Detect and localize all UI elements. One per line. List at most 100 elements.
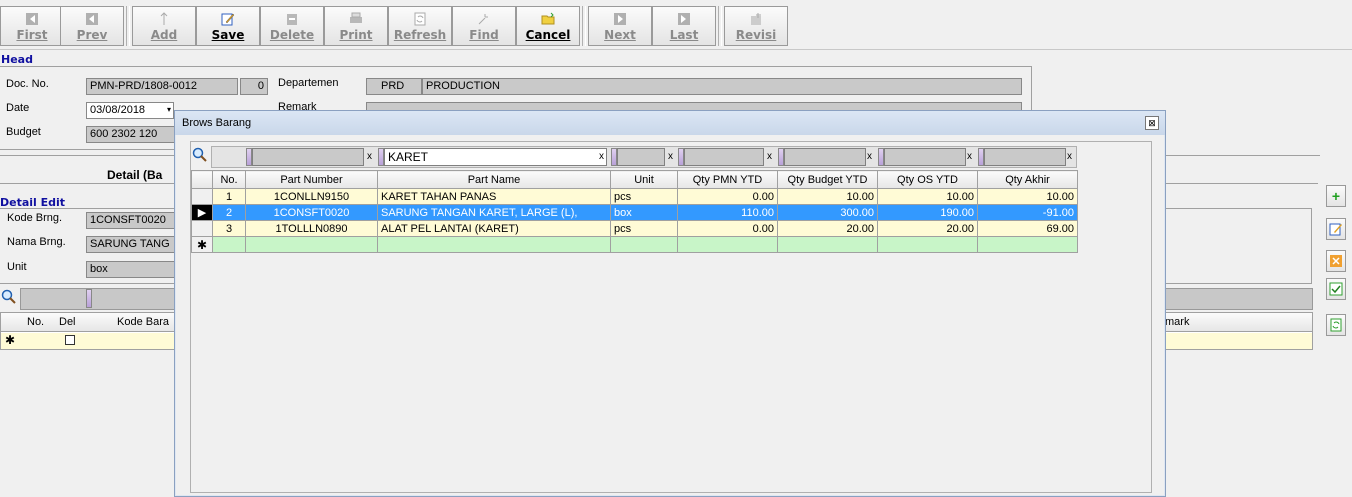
filter-qty-pmn[interactable] <box>684 148 764 166</box>
zoom-icon[interactable] <box>191 146 211 166</box>
delete-row-icon[interactable] <box>1326 250 1346 272</box>
kode-field[interactable]: 1CONSFT0020 <box>86 212 176 229</box>
clear-filter-icon[interactable]: x <box>867 151 872 162</box>
add-row-icon[interactable]: + <box>1326 185 1346 207</box>
unit-field[interactable]: box <box>86 261 176 278</box>
delete-button[interactable]: Delete <box>260 6 324 46</box>
budget-field[interactable]: 600 2302 120 <box>86 126 176 143</box>
edit-row-icon[interactable] <box>1326 218 1346 240</box>
save-label: Save <box>211 28 245 42</box>
nama-label: Nama Brng. <box>7 236 66 248</box>
filter-qty-os[interactable] <box>884 148 966 166</box>
date-label: Date <box>6 102 30 114</box>
clear-filter-icon[interactable]: x <box>367 151 372 162</box>
filter-part-name[interactable]: KARET <box>384 148 607 166</box>
col-part-number[interactable]: Part Number <box>245 170 378 189</box>
grid-header-row: No. Part Number Part Name Unit Qty PMN Y… <box>191 170 1078 189</box>
table-row-selected[interactable]: ▶ 2 1CONSFT0020 SARUNG TANGAN KARET, LAR… <box>191 204 1078 221</box>
cell-unit: pcs <box>610 188 678 205</box>
last-icon <box>678 13 690 25</box>
cell-qty-pmn: 0.00 <box>677 188 778 205</box>
new-cell[interactable] <box>212 236 246 253</box>
doc-no-field[interactable]: PMN-PRD/1808-0012 <box>86 78 238 95</box>
filter-handle[interactable] <box>86 289 92 308</box>
detail-tab[interactable]: Detail (Ba <box>107 168 162 182</box>
confirm-row-icon[interactable] <box>1326 278 1346 300</box>
cell-qty-os: 190.00 <box>877 204 978 221</box>
new-cell[interactable] <box>877 236 978 253</box>
prev-button[interactable]: Prev <box>60 6 124 46</box>
filter-qty-budget[interactable] <box>784 148 866 166</box>
new-row[interactable]: ✱ <box>191 236 1078 253</box>
cell-qty-akhir: 69.00 <box>977 220 1078 237</box>
clear-filter-icon[interactable]: x <box>599 151 604 162</box>
print-label: Print <box>339 28 373 42</box>
clear-filter-icon[interactable]: x <box>767 151 772 162</box>
col-kode[interactable]: Kode Bara <box>117 316 169 328</box>
add-icon <box>160 12 168 25</box>
new-cell[interactable] <box>777 236 878 253</box>
clear-filter-icon[interactable]: x <box>967 151 972 162</box>
toolbar-separator <box>582 6 586 46</box>
new-cell[interactable] <box>677 236 778 253</box>
col-no[interactable]: No. <box>27 316 44 328</box>
clear-filter-icon[interactable]: x <box>1067 151 1072 162</box>
new-cell[interactable] <box>610 236 678 253</box>
delete-label: Delete <box>269 28 315 42</box>
close-icon[interactable]: ⊠ <box>1145 116 1159 130</box>
filter-unit[interactable] <box>617 148 665 166</box>
table-row[interactable]: 1 1CONLLN9150 KARET TAHAN PANAS pcs 0.00… <box>191 188 1078 205</box>
add-label: Add <box>150 28 178 42</box>
refresh-button[interactable]: Refresh <box>388 6 452 46</box>
folder-icon <box>541 12 555 25</box>
filter-part-number[interactable] <box>252 148 364 166</box>
row-selector[interactable] <box>191 220 213 237</box>
col-remark[interactable]: mark <box>1165 316 1189 328</box>
del-checkbox[interactable] <box>65 335 75 345</box>
col-no[interactable]: No. <box>212 170 246 189</box>
col-del[interactable]: Del <box>59 316 76 328</box>
cell-unit: pcs <box>610 220 678 237</box>
new-cell[interactable] <box>977 236 1078 253</box>
first-button[interactable]: First <box>0 6 64 46</box>
add-button[interactable]: Add <box>132 6 196 46</box>
filter-qty-akhir[interactable] <box>984 148 1066 166</box>
departemen-code-field[interactable]: PRD <box>366 78 422 95</box>
find-button[interactable]: Find <box>452 6 516 46</box>
cell-unit: box <box>610 204 678 221</box>
cell-part-name: ALAT PEL LANTAI (KARET) <box>377 220 611 237</box>
current-row-icon[interactable]: ▶ <box>191 204 213 221</box>
nama-field[interactable]: SARUNG TANG <box>86 236 176 253</box>
chevron-down-icon[interactable]: ▾ <box>167 105 171 114</box>
col-unit[interactable]: Unit <box>610 170 678 189</box>
table-row[interactable]: 3 1TOLLLN0890 ALAT PEL LANTAI (KARET) pc… <box>191 220 1078 237</box>
clear-filter-icon[interactable]: x <box>668 151 673 162</box>
col-part-name[interactable]: Part Name <box>377 170 611 189</box>
dialog-title: Brows Barang <box>175 111 1165 135</box>
col-qty-os-ytd[interactable]: Qty OS YTD <box>877 170 978 189</box>
doc-rev-field[interactable]: 0 <box>240 78 268 95</box>
cell-qty-budget: 20.00 <box>777 220 878 237</box>
print-button[interactable]: Print <box>324 6 388 46</box>
cancel-button[interactable]: Cancel <box>516 6 580 46</box>
new-cell[interactable] <box>245 236 378 253</box>
revisi-button[interactable]: Revisi <box>724 6 788 46</box>
row-selector[interactable] <box>191 188 213 205</box>
cell-qty-akhir: 10.00 <box>977 188 1078 205</box>
departemen-label: Departemen <box>278 77 339 89</box>
row-selector-header <box>191 170 213 189</box>
save-button[interactable]: Save <box>196 6 260 46</box>
last-button[interactable]: Last <box>652 6 716 46</box>
refresh-row-icon[interactable] <box>1326 314 1346 336</box>
unit-label: Unit <box>7 261 27 273</box>
toolbar-separator <box>126 6 130 46</box>
departemen-name-field[interactable]: PRODUCTION <box>422 78 1022 95</box>
zoom-icon[interactable] <box>0 288 20 308</box>
col-qty-pmn-ytd[interactable]: Qty PMN YTD <box>677 170 778 189</box>
date-field[interactable]: 03/08/2018 ▾ <box>86 102 174 119</box>
col-qty-akhir[interactable]: Qty Akhir <box>977 170 1078 189</box>
cell-part-number: 1CONLLN9150 <box>245 188 378 205</box>
col-qty-budget-ytd[interactable]: Qty Budget YTD <box>777 170 878 189</box>
new-cell[interactable] <box>377 236 611 253</box>
next-button[interactable]: Next <box>588 6 652 46</box>
